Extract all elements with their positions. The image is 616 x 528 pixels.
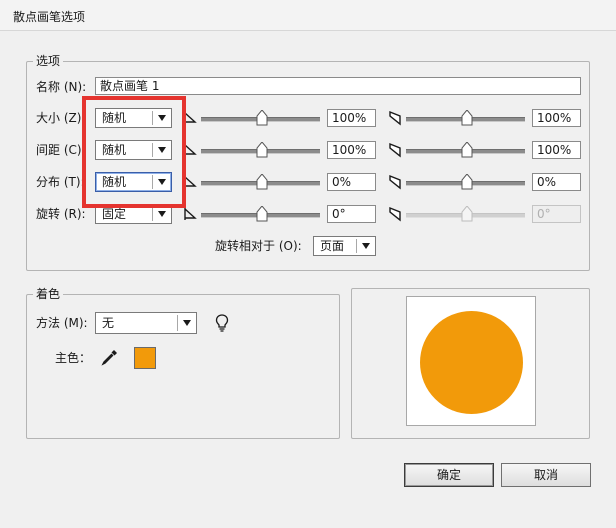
rotation-relative-select[interactable]: 页面 [313, 236, 376, 256]
method-label: 方法 (M): [36, 316, 88, 330]
select-divider [177, 315, 178, 331]
spacing-max-field[interactable]: 100% [532, 141, 581, 159]
key-color-swatch[interactable] [134, 347, 156, 369]
spacing-max-slider[interactable] [388, 141, 525, 159]
scatter-min-slider[interactable] [183, 173, 320, 191]
rotation-min-field[interactable]: 0° [327, 205, 376, 223]
rotation-label: 旋转 (R): [36, 207, 86, 221]
key-color-label: 主色： [55, 351, 92, 365]
slider-thumb[interactable] [256, 174, 268, 190]
scatter-min-field[interactable]: 0% [327, 173, 376, 191]
scatter-mode-value: 随机 [102, 175, 127, 189]
spacing-min-slider[interactable] [183, 141, 320, 159]
scatter-max-slider[interactable] [388, 173, 525, 191]
size-mode-select[interactable]: 随机 [95, 108, 172, 128]
method-value: 无 [102, 316, 115, 330]
rotation-relative-label: 旋转相对于 (O): [215, 239, 302, 253]
rotation-max-field: 0° [532, 205, 581, 223]
slider-max-icon [389, 206, 401, 222]
slider-min-icon [184, 143, 197, 156]
title-bar: 散点画笔选项 [0, 0, 616, 31]
select-divider [152, 111, 153, 125]
method-select[interactable]: 无 [95, 312, 197, 334]
slider-max-icon [389, 110, 401, 126]
slider-thumb[interactable] [256, 206, 268, 222]
select-divider [152, 175, 153, 189]
select-divider [152, 207, 153, 221]
name-field[interactable]: 散点画笔 1 [95, 77, 581, 95]
lightbulb-icon[interactable] [215, 314, 229, 332]
chevron-down-icon [158, 115, 166, 121]
spacing-label: 间距 (C): [36, 143, 86, 157]
options-group-label: 选项 [33, 54, 64, 68]
size-min-field[interactable]: 100% [327, 109, 376, 127]
chevron-down-icon [158, 147, 166, 153]
slider-min-icon [184, 111, 197, 124]
rotation-min-slider[interactable] [183, 205, 320, 223]
slider-min-icon [184, 207, 197, 220]
spacing-mode-value: 随机 [102, 143, 127, 157]
slider-thumb [461, 206, 473, 222]
slider-min-icon [184, 175, 197, 188]
preview-circle [420, 311, 523, 414]
spacing-min-field[interactable]: 100% [327, 141, 376, 159]
select-divider [152, 143, 153, 157]
chevron-down-icon [362, 243, 370, 249]
select-divider [356, 239, 357, 253]
chevron-down-icon [183, 320, 191, 326]
preview-box [406, 296, 536, 426]
slider-thumb[interactable] [256, 142, 268, 158]
scatter-label: 分布 (T): [36, 175, 85, 189]
rotation-mode-value: 固定 [102, 207, 127, 221]
rotation-mode-select[interactable]: 固定 [95, 204, 172, 224]
size-label: 大小 (Z): [36, 111, 86, 125]
slider-thumb[interactable] [461, 110, 473, 126]
ok-button[interactable]: 确定 [404, 463, 494, 487]
size-min-slider[interactable] [183, 109, 320, 127]
spacing-mode-select[interactable]: 随机 [95, 140, 172, 160]
scatter-mode-select[interactable]: 随机 [95, 172, 172, 192]
size-max-field[interactable]: 100% [532, 109, 581, 127]
slider-thumb[interactable] [461, 174, 473, 190]
slider-max-icon [389, 174, 401, 190]
rotation-max-slider [388, 205, 525, 223]
chevron-down-icon [158, 179, 166, 185]
chevron-down-icon [158, 211, 166, 217]
slider-thumb[interactable] [256, 110, 268, 126]
size-max-slider[interactable] [388, 109, 525, 127]
scatter-max-field[interactable]: 0% [532, 173, 581, 191]
colorization-group-label: 着色 [33, 287, 64, 301]
slider-thumb[interactable] [461, 142, 473, 158]
rotation-relative-value: 页面 [320, 239, 345, 253]
size-mode-value: 随机 [102, 111, 127, 125]
slider-max-icon [389, 142, 401, 158]
window-title: 散点画笔选项 [13, 10, 86, 24]
name-label: 名称 (N): [36, 80, 87, 94]
eyedropper-icon[interactable] [101, 348, 119, 366]
cancel-button[interactable]: 取消 [501, 463, 591, 487]
